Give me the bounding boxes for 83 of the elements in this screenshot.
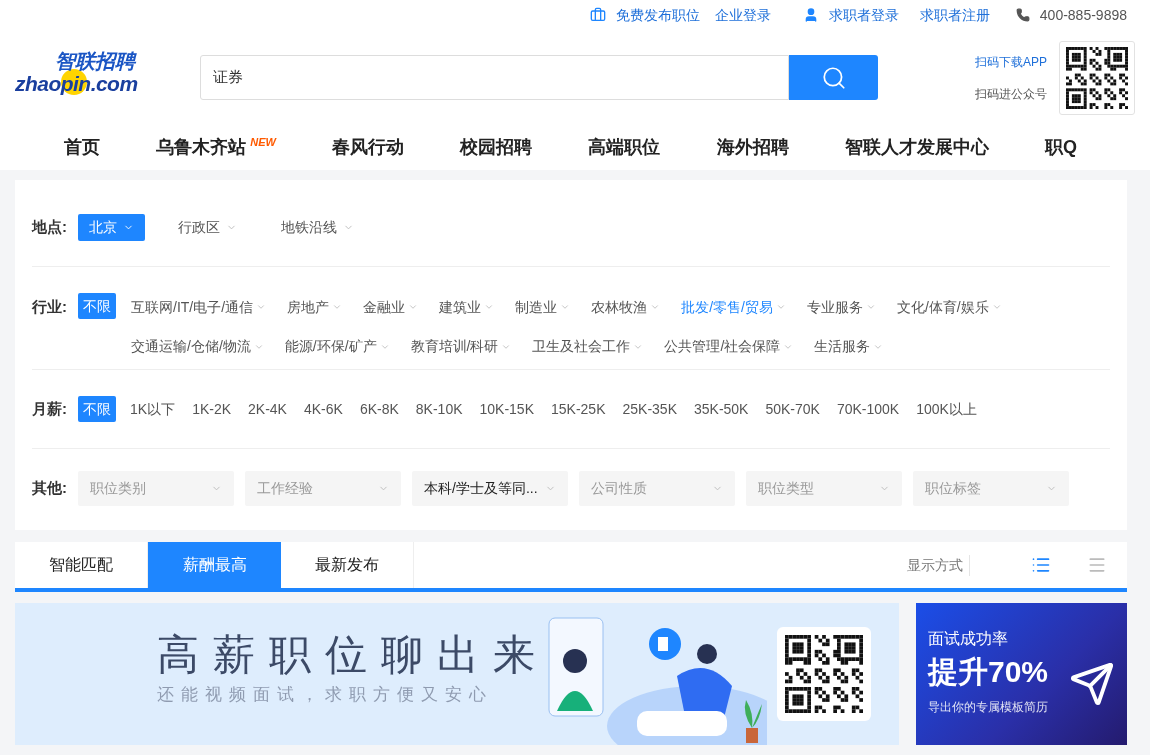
- chevron-down-icon: [484, 302, 495, 312]
- industry-option[interactable]: 能源/环保/矿产: [284, 333, 390, 360]
- filter-label: 行业:: [32, 297, 68, 317]
- location-dropdown[interactable]: 行政区: [167, 213, 248, 241]
- industry-option[interactable]: 公共管理/社会保障: [664, 333, 794, 360]
- briefcase-icon: [589, 7, 606, 23]
- industry-option[interactable]: 制造业: [515, 294, 571, 320]
- company-login-link[interactable]: 企业登录: [714, 4, 771, 26]
- seeker-login-link[interactable]: 求职者登录: [828, 4, 899, 26]
- sort-tab[interactable]: 最新发布: [281, 542, 414, 588]
- industry-option[interactable]: 农林牧渔: [591, 294, 661, 320]
- ad-title: 面试成功率: [928, 631, 1009, 647]
- salary-option[interactable]: 70K-100K: [833, 396, 903, 422]
- salary-option[interactable]: 35K-50K: [690, 396, 752, 422]
- industry-option[interactable]: 金融业: [363, 294, 419, 320]
- ad-caption: 导出你的专属模板简历: [928, 701, 1049, 713]
- chevron-down-icon: [256, 302, 267, 312]
- salary-option[interactable]: 10K-15K: [476, 396, 537, 422]
- industry-option[interactable]: 专业服务: [806, 294, 876, 320]
- salary-option[interactable]: 8K-10K: [412, 396, 466, 422]
- nav-link[interactable]: 海外招聘: [716, 134, 789, 161]
- qr-code-icon: [785, 635, 863, 713]
- salary-option[interactable]: 15K-25K: [548, 396, 609, 422]
- seeker-register-link[interactable]: 求职者注册: [919, 4, 990, 26]
- salary-option[interactable]: 2K-4K: [245, 396, 290, 422]
- display-mode-label: 显示方式: [907, 554, 970, 576]
- nav-link[interactable]: 校园招聘: [460, 134, 533, 161]
- search-button[interactable]: [789, 55, 878, 100]
- chevron-down-icon: [408, 302, 419, 312]
- new-label: NEW: [250, 135, 276, 150]
- nav-link[interactable]: 高端职位: [588, 134, 661, 161]
- search-icon: [820, 64, 847, 91]
- location-dropdown[interactable]: 地铁沿线: [270, 213, 365, 241]
- industry-option[interactable]: 互联网/IT/电子/通信: [131, 294, 267, 320]
- chevron-down-icon: [650, 302, 661, 312]
- filter-dropdown[interactable]: 本科/学士及等同...: [412, 470, 568, 506]
- industry-option[interactable]: 卫生及社会工作: [532, 333, 644, 360]
- industry-option[interactable]: 批发/零售/贸易: [681, 294, 786, 320]
- banner-subtitle: 还能视频面试，求职方便又安心: [157, 686, 494, 703]
- view-mode-button[interactable]: [1087, 555, 1107, 575]
- industry-option[interactable]: 交通运输/仓储/物流: [131, 333, 264, 360]
- nav-link[interactable]: 智联人才发展中心: [844, 134, 989, 161]
- filter-label: 月薪:: [32, 398, 68, 419]
- salary-option[interactable]: 25K-35K: [619, 396, 680, 422]
- view-mode-button[interactable]: [1031, 555, 1051, 575]
- nav-link[interactable]: 春风行动: [332, 134, 405, 161]
- filter-label: 其他:: [32, 477, 68, 498]
- qr-code-icon: [1066, 46, 1128, 109]
- industry-option[interactable]: 房地产: [287, 294, 343, 320]
- nav-link[interactable]: 首页: [64, 134, 100, 161]
- chevron-down-icon: [991, 302, 1002, 312]
- phone-number: 400-885-9898: [1039, 5, 1127, 25]
- location-dropdown[interactable]: 北京: [78, 213, 145, 241]
- salary-option[interactable]: 不限: [78, 396, 116, 422]
- chevron-down-icon: [332, 302, 343, 312]
- nav-link[interactable]: 乌鲁木齐站 NEW: [156, 134, 276, 161]
- chevron-down-icon: [865, 302, 876, 312]
- salary-option[interactable]: 1K以下: [127, 396, 179, 422]
- salary-option[interactable]: 6K-8K: [356, 396, 402, 422]
- paper-plane-icon: [1069, 661, 1115, 707]
- search-field[interactable]: 证券: [200, 55, 789, 100]
- promo-banner[interactable]: 高薪职位聊出来 还能视频面试，求职方便又安心: [15, 603, 899, 745]
- industry-option[interactable]: 不限: [78, 293, 116, 319]
- post-job-link[interactable]: 免费发布职位: [615, 4, 700, 26]
- banner-title: 高薪职位聊出来: [157, 634, 549, 676]
- industry-option[interactable]: 生活服务: [814, 333, 884, 360]
- industry-option[interactable]: 教育培训/科研: [410, 333, 512, 360]
- salary-option[interactable]: 100K以上: [913, 396, 980, 422]
- salary-option[interactable]: 50K-70K: [762, 396, 823, 422]
- chevron-down-icon: [560, 302, 571, 312]
- salary-option[interactable]: 1K-2K: [189, 396, 235, 422]
- chevron-down-icon: [775, 302, 786, 312]
- industry-option[interactable]: 建筑业: [439, 294, 495, 320]
- phone-icon: [1015, 8, 1030, 22]
- filter-label: 地点:: [32, 216, 68, 237]
- download-app-link[interactable]: 扫码下载APP: [975, 52, 1047, 71]
- resume-ad-banner[interactable]: 面试成功率 提升70% 导出你的专属模板简历: [916, 603, 1127, 745]
- salary-option[interactable]: 4K-6K: [300, 396, 346, 422]
- ad-headline: 提升70%: [928, 657, 1049, 687]
- follow-account-text: 扫码进公众号: [975, 85, 1047, 103]
- sort-tab[interactable]: 薪酬最高: [148, 542, 281, 588]
- industry-option[interactable]: 文化/体育/娱乐: [896, 294, 1002, 320]
- nav-link[interactable]: 职Q: [1045, 134, 1077, 161]
